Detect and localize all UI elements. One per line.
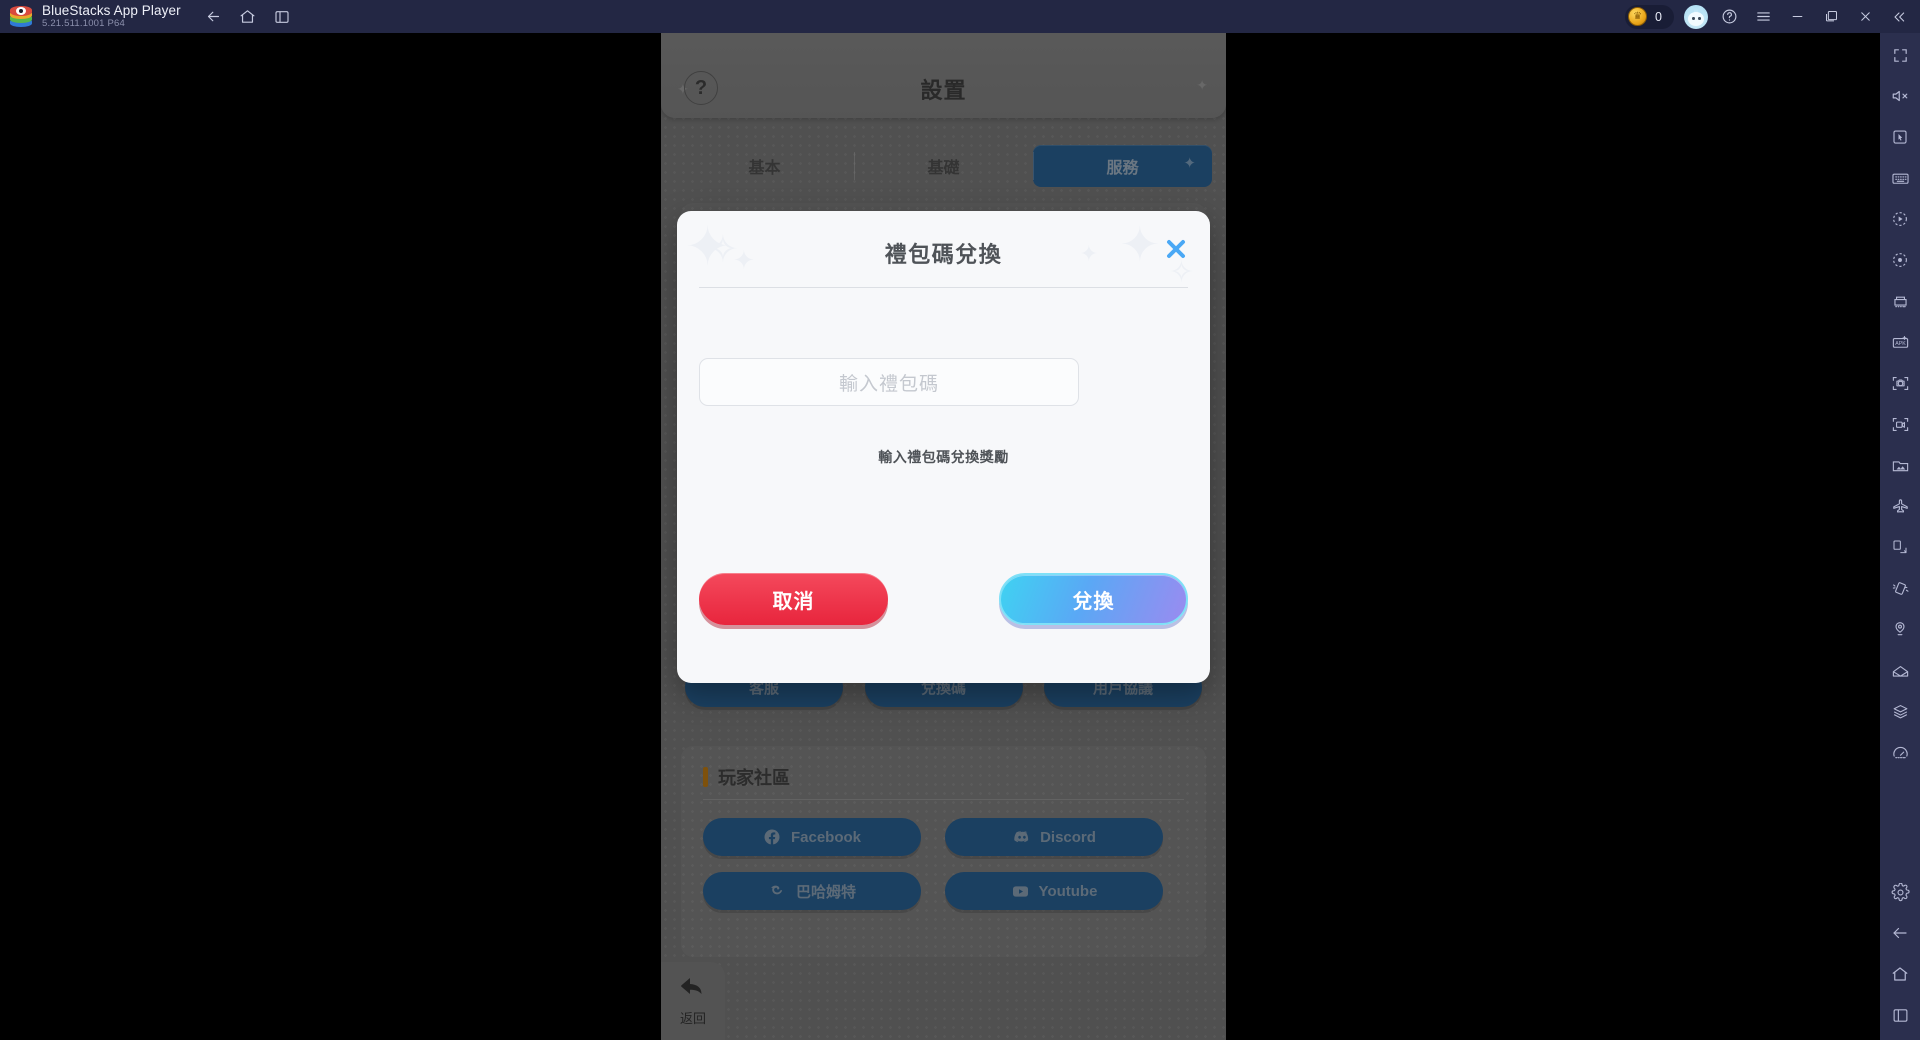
bluestacks-logo <box>10 5 32 28</box>
location-icon[interactable] <box>1884 613 1916 645</box>
titlebar: BlueStacks App Player 5.21.511.1001 P64 … <box>0 0 1920 33</box>
titlebar-right-group: ♛ 0 <box>1625 0 1920 33</box>
cancel-button-label: 取消 <box>772 590 815 613</box>
hamburger-menu-icon[interactable] <box>1746 0 1780 33</box>
close-x-icon[interactable] <box>1160 233 1192 265</box>
cancel-button[interactable]: 取消 <box>699 573 888 625</box>
multi-instance-icon[interactable] <box>1884 285 1916 317</box>
fullscreen-icon[interactable] <box>1884 39 1916 71</box>
cursor-icon[interactable] <box>1884 121 1916 153</box>
android-back-icon[interactable] <box>1884 917 1916 949</box>
divider <box>699 287 1188 288</box>
app-title-block: BlueStacks App Player 5.21.511.1001 P64 <box>42 4 181 28</box>
modal-header: ✦ ✦ ✧ ✦ ✦ ✧ 禮包碼兌換 <box>677 211 1210 287</box>
mail-icon[interactable] <box>1884 654 1916 686</box>
macro-play-icon[interactable] <box>1884 203 1916 235</box>
redeem-button[interactable]: 兌換 <box>999 573 1188 625</box>
help-icon[interactable] <box>1712 0 1746 33</box>
coin-counter[interactable]: ♛ 0 <box>1625 4 1674 29</box>
record-video-icon[interactable] <box>1884 408 1916 440</box>
redeem-button-label: 兌換 <box>1072 590 1115 613</box>
macro-record-icon[interactable] <box>1884 244 1916 276</box>
mute-icon[interactable] <box>1884 80 1916 112</box>
settings-gear-icon[interactable] <box>1884 876 1916 908</box>
modal-hint-text: 輸入禮包碼兌換獎勵 <box>878 449 1009 465</box>
keyboard-controls-icon[interactable] <box>1884 162 1916 194</box>
media-manager-icon[interactable] <box>1884 449 1916 481</box>
app-name: BlueStacks App Player <box>42 3 181 19</box>
modal-title: 禮包碼兌換 <box>884 242 1003 267</box>
gift-code-input[interactable]: 輸入禮包碼 <box>699 358 1079 406</box>
back-arrow-icon[interactable] <box>197 0 231 33</box>
recents-icon[interactable] <box>265 0 299 33</box>
game-viewport: ✦ ✦ ? 設置 基本 基礎 服務 ✦ 客服 兌換碼 用戶協議 玩家社區 Fac… <box>661 33 1226 1040</box>
android-recents-icon[interactable] <box>1884 999 1916 1031</box>
shake-icon[interactable] <box>1884 572 1916 604</box>
svg-text:APK: APK <box>1895 341 1906 347</box>
layers-icon[interactable] <box>1884 695 1916 727</box>
minimize-icon[interactable] <box>1780 0 1814 33</box>
screenshot-icon[interactable] <box>1884 367 1916 399</box>
gift-code-modal: ✦ ✦ ✧ ✦ ✦ ✧ 禮包碼兌換 輸入禮包碼 輸入禮包碼兌換獎勵 取消 兌換 <box>677 211 1210 683</box>
bluestacks-sidebar: APK <box>1880 33 1920 1040</box>
maximize-icon[interactable] <box>1814 0 1848 33</box>
close-icon[interactable] <box>1848 0 1882 33</box>
modal-actions: 取消 兌換 <box>699 573 1188 629</box>
double-chevron-left-icon[interactable] <box>1882 0 1916 33</box>
android-home-icon[interactable] <box>1884 958 1916 990</box>
bunny-avatar[interactable] <box>1684 4 1708 29</box>
install-apk-icon[interactable]: APK <box>1884 326 1916 358</box>
rotate-icon[interactable] <box>1884 531 1916 563</box>
coin-icon: ♛ <box>1628 7 1648 26</box>
home-icon[interactable] <box>231 0 265 33</box>
eco-mode-icon[interactable] <box>1884 490 1916 522</box>
coin-count: 0 <box>1655 9 1662 24</box>
app-version: 5.21.511.1001 P64 <box>42 17 125 29</box>
nav-button-group <box>197 0 299 33</box>
gift-code-placeholder: 輸入禮包碼 <box>838 373 939 395</box>
performance-icon[interactable] <box>1884 736 1916 768</box>
